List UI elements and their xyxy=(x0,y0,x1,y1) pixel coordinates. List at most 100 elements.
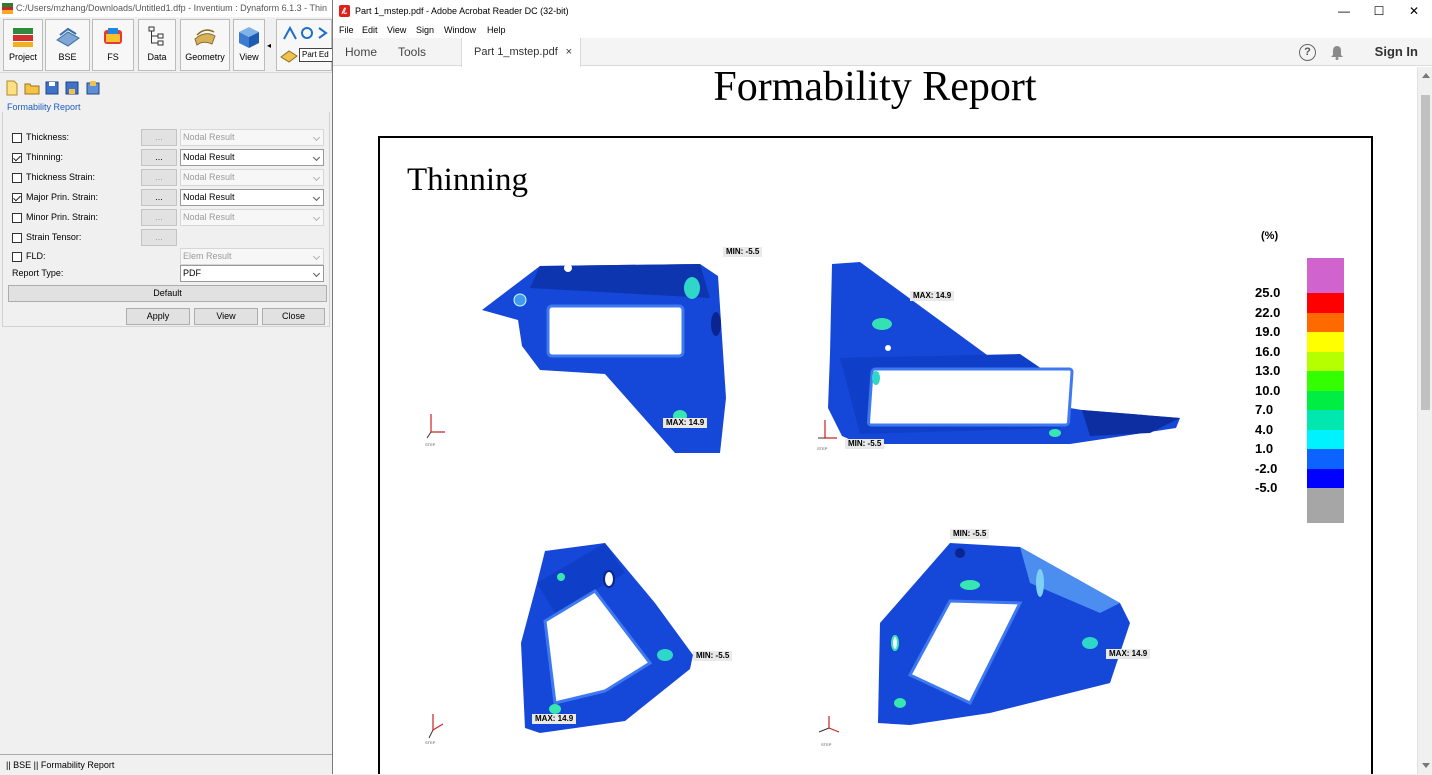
menu-view[interactable]: View xyxy=(387,22,406,38)
major-strain-options-button[interactable]: ... xyxy=(141,189,177,206)
thickness-strain-options-button[interactable]: ... xyxy=(141,169,177,186)
notifications-bell-icon[interactable] xyxy=(1330,45,1344,60)
maximize-button[interactable]: ☐ xyxy=(1362,0,1396,22)
tab-home[interactable]: Home xyxy=(345,38,377,66)
menu-edit[interactable]: Edit xyxy=(362,22,378,38)
menu-window[interactable]: Window xyxy=(444,22,476,38)
acrobat-menu-bar: File Edit View Sign Window Help xyxy=(333,22,1432,38)
save-icon[interactable] xyxy=(44,80,60,96)
view-button[interactable]: View xyxy=(194,308,258,325)
project-icon xyxy=(13,28,33,47)
report-type-value: PDF xyxy=(183,268,201,278)
export-icon[interactable] xyxy=(85,80,101,96)
ribbon-bse-button[interactable]: BSE xyxy=(45,19,90,71)
part-view-bottom-right: MIN: -5.5 MAX: 14.9 xyxy=(870,529,1151,743)
close-button[interactable]: Close xyxy=(262,308,325,325)
scroll-thumb[interactable] xyxy=(1421,95,1430,410)
vertical-scrollbar[interactable] xyxy=(1417,67,1432,774)
chevron-down-icon xyxy=(312,153,321,162)
menu-file[interactable]: File xyxy=(339,22,354,38)
thickness-strain-result-select[interactable]: Nodal Result xyxy=(180,169,324,186)
fld-label: FLD: xyxy=(26,251,46,261)
legend-tick-label: 4.0 xyxy=(1255,421,1274,437)
chevron-down-icon xyxy=(312,213,321,222)
thinning-label: Thinning: xyxy=(26,152,64,162)
menu-help[interactable]: Help xyxy=(487,22,506,38)
thinning-checkbox[interactable] xyxy=(12,153,22,163)
scroll-up-icon[interactable] xyxy=(1422,73,1430,78)
part-edit-icon xyxy=(280,50,298,63)
legend-swatch xyxy=(1307,293,1344,313)
new-file-icon[interactable] xyxy=(4,80,20,96)
legend-tick-label: 13.0 xyxy=(1255,363,1281,378)
dynaform-app-icon xyxy=(2,3,13,14)
apply-button[interactable]: Apply xyxy=(126,308,190,325)
tab-document[interactable]: Part 1_mstep.pdf × xyxy=(461,38,581,67)
default-button[interactable]: Default xyxy=(8,285,327,302)
part-tools-icon[interactable] xyxy=(281,24,329,42)
open-folder-icon[interactable] xyxy=(24,80,40,96)
ribbon-project-button[interactable]: Project xyxy=(3,19,43,71)
minor-strain-result-select[interactable]: Nodal Result xyxy=(180,209,324,226)
minimize-button[interactable]: — xyxy=(1327,0,1361,22)
tab-tools[interactable]: Tools xyxy=(398,38,426,66)
menu-sign[interactable]: Sign xyxy=(416,22,434,38)
part-mesh-image xyxy=(878,543,1130,725)
view4-min-label: MIN: -5.5 xyxy=(950,529,990,539)
thickness-checkbox[interactable] xyxy=(12,133,22,143)
ribbon-view-button[interactable]: View xyxy=(233,19,265,71)
svg-text:STEP: STEP xyxy=(821,742,832,747)
legend-swatch xyxy=(1307,351,1344,371)
help-icon[interactable]: ? xyxy=(1299,44,1316,61)
svg-text:STEP: STEP xyxy=(817,446,828,451)
legend-tick-label: 19.0 xyxy=(1255,324,1281,339)
major-strain-result-select[interactable]: Nodal Result xyxy=(180,189,324,206)
legend-swatch xyxy=(1307,410,1344,430)
ribbon-data-button[interactable]: Data xyxy=(138,19,176,71)
svg-text:STEP: STEP xyxy=(425,442,436,447)
thickness-strain-label: Thickness Strain: xyxy=(26,172,96,182)
dynaform-status-bar: || BSE || Formability Report xyxy=(0,754,332,774)
scroll-down-icon[interactable] xyxy=(1422,763,1430,768)
ribbon-fs-button[interactable]: FS xyxy=(92,19,134,71)
thinning-options-button[interactable]: ... xyxy=(141,149,177,166)
minor-strain-checkbox[interactable] xyxy=(12,213,22,223)
part-view-top-right: MAX: 14.9 MIN: -5.5 xyxy=(820,258,1190,458)
legend-swatch xyxy=(1307,258,1344,293)
window-close-button[interactable]: ✕ xyxy=(1397,0,1431,22)
view2-max-label: MAX: 14.9 xyxy=(910,291,955,301)
thickness-result-select[interactable]: Nodal Result xyxy=(180,129,324,146)
fs-icon xyxy=(104,28,122,44)
legend-tick-label: -5.0 xyxy=(1255,480,1278,495)
minor-strain-label: Minor Prin. Strain: xyxy=(26,212,99,222)
view3-max-label: MAX: 14.9 xyxy=(532,714,577,724)
part-edit-field[interactable]: Part Ed xyxy=(299,48,333,62)
chevron-down-icon xyxy=(312,133,321,142)
report-type-row: Report Type: PDF xyxy=(12,265,330,283)
thickness-options-button[interactable]: ... xyxy=(141,129,177,146)
chevron-down-icon xyxy=(312,269,321,278)
view3-min-label: MIN: -5.5 xyxy=(693,651,733,661)
save-as-icon[interactable] xyxy=(64,80,80,96)
dynaform-window: C:/Users/mzhang/Downloads/Untitled1.dfp … xyxy=(0,0,333,774)
thinning-page-frame: Thinning MIN: -5.5 MAX: 14.9 STEP MAX: 1… xyxy=(378,136,1373,774)
report-type-select[interactable]: PDF xyxy=(180,265,324,282)
ribbon-scroll-left-icon[interactable]: ◂ xyxy=(267,41,271,50)
fld-result-select[interactable]: Elem Result xyxy=(180,248,324,265)
thickness-strain-checkbox[interactable] xyxy=(12,173,22,183)
strain-tensor-options-button[interactable]: ... xyxy=(141,229,177,246)
tab-close-icon[interactable]: × xyxy=(566,38,572,66)
sign-in-button[interactable]: Sign In xyxy=(1375,38,1418,66)
part-view-bottom-left: MIN: -5.5 MAX: 14.9 xyxy=(515,543,733,743)
strain-tensor-checkbox[interactable] xyxy=(12,233,22,243)
fld-checkbox[interactable] xyxy=(12,252,22,262)
chevron-down-icon xyxy=(312,173,321,182)
legend-swatch xyxy=(1307,449,1344,469)
ribbon-geometry-button[interactable]: Geometry xyxy=(180,19,230,71)
thinning-result-select[interactable]: Nodal Result xyxy=(180,149,324,166)
minor-strain-options-button[interactable]: ... xyxy=(141,209,177,226)
major-strain-checkbox[interactable] xyxy=(12,193,22,203)
ribbon-data-label: Data xyxy=(147,52,167,62)
major-strain-result-value: Nodal Result xyxy=(183,192,235,202)
pdf-viewer[interactable]: Formability Report Thinning MIN: -5.5 MA… xyxy=(333,67,1417,774)
